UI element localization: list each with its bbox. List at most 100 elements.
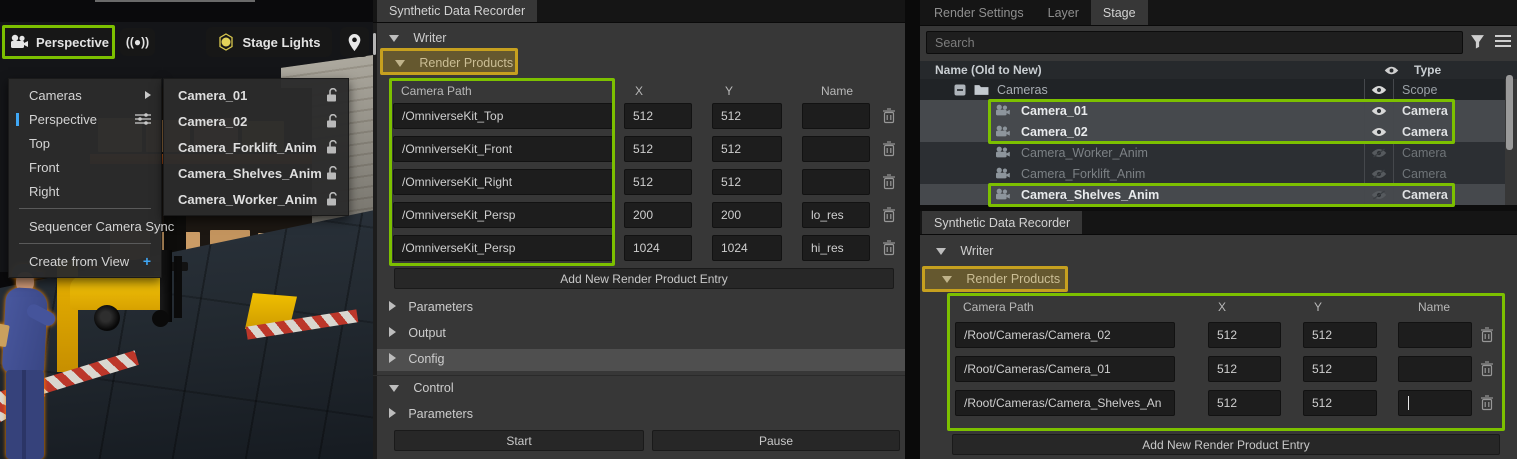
name-column-header[interactable]: Name (Old to New) — [920, 63, 1376, 77]
menu-item[interactable]: Cameras — [9, 83, 161, 107]
filter-button[interactable] — [1470, 34, 1485, 52]
worker-character-selected[interactable] — [0, 260, 64, 459]
delete-row-button[interactable] — [882, 240, 896, 256]
visibility-toggle[interactable] — [1364, 163, 1394, 184]
y-resolution-input[interactable]: 512 — [1303, 390, 1377, 416]
stage-tree-row[interactable]: Camera_Shelves_Anim Camera — [920, 184, 1505, 205]
y-resolution-input[interactable]: 512 — [712, 169, 782, 195]
name-input[interactable] — [1398, 322, 1472, 348]
stage-panel-tab[interactable]: Stage — [1090, 0, 1148, 25]
pause-button[interactable]: Pause — [652, 430, 900, 451]
delete-row-button[interactable] — [1480, 361, 1494, 377]
control-parameters-section-header[interactable]: Parameters — [389, 407, 473, 421]
camera-path-input[interactable]: /OmniverseKit_Right — [393, 169, 613, 195]
visibility-toggle[interactable] — [1364, 184, 1394, 205]
name-input[interactable] — [802, 103, 870, 129]
parameters-section-header[interactable]: Parameters — [389, 300, 473, 314]
panel-splitter[interactable] — [373, 0, 377, 459]
delete-row-button[interactable] — [882, 108, 896, 124]
camera-path-input[interactable]: /OmniverseKit_Persp — [393, 235, 613, 261]
camera-path-input[interactable]: /Root/Cameras/Camera_01 — [955, 356, 1175, 382]
x-resolution-input[interactable]: 512 — [624, 103, 692, 129]
stage-tree-row[interactable]: Cameras Scope — [920, 79, 1505, 100]
search-input[interactable] — [926, 31, 1463, 54]
tab-synthetic-data-recorder[interactable]: Synthetic Data Recorder — [377, 0, 538, 22]
camera-menu-item[interactable]: Camera_02 — [164, 108, 348, 134]
camera-menu-item[interactable]: Camera_01 — [164, 82, 348, 108]
camera-path-input[interactable]: /OmniverseKit_Persp — [393, 202, 613, 228]
y-resolution-input[interactable]: 512 — [1303, 322, 1377, 348]
delete-row-button[interactable] — [1480, 395, 1494, 411]
camera-menu-item[interactable]: Camera_Forklift_Anim — [164, 134, 348, 160]
live-sync-button[interactable]: ((●)) — [120, 28, 155, 56]
stage-panel-tab[interactable]: Layer — [1036, 0, 1091, 25]
prim-name-cell: Camera_Worker_Anim — [920, 142, 1364, 163]
menu-item[interactable]: Create from View + — [9, 249, 161, 273]
menu-item[interactable] — [19, 208, 151, 209]
stage-tree-row[interactable]: Camera_Forklift_Anim Camera — [920, 163, 1505, 184]
x-resolution-input[interactable]: 512 — [624, 136, 692, 162]
camera-menu-item[interactable]: Camera_Shelves_Anim — [164, 160, 348, 186]
camera-menu-item[interactable]: Camera_Worker_Anim — [164, 186, 348, 212]
render-products-section-header[interactable]: Render Products — [395, 56, 513, 70]
writer-section-header[interactable]: Writer — [936, 244, 993, 258]
viewport-3d[interactable]: Perspective ((●)) Stage Lights Cameras P… — [0, 0, 373, 459]
y-resolution-input[interactable]: 512 — [712, 103, 782, 129]
stage-tree-row[interactable]: Camera_Worker_Anim Camera — [920, 142, 1505, 163]
menu-item[interactable]: Right — [9, 179, 161, 203]
x-resolution-input[interactable]: 512 — [1208, 322, 1281, 348]
camera-path-input[interactable]: /OmniverseKit_Front — [393, 136, 613, 162]
stage-tree-row[interactable]: Camera_01 Camera — [920, 100, 1505, 121]
splitter-grip[interactable] — [373, 33, 376, 55]
y-resolution-input[interactable]: 512 — [712, 136, 782, 162]
camera-path-input[interactable]: /OmniverseKit_Top — [393, 103, 613, 129]
stage-panel-tab[interactable]: Render Settings — [922, 0, 1036, 25]
visibility-toggle[interactable] — [1364, 142, 1394, 163]
x-resolution-input[interactable]: 200 — [624, 202, 692, 228]
delete-row-button[interactable] — [1480, 327, 1494, 343]
visibility-toggle[interactable] — [1364, 121, 1394, 142]
visibility-toggle[interactable] — [1364, 100, 1394, 121]
y-resolution-input[interactable]: 512 — [1303, 356, 1377, 382]
delete-row-button[interactable] — [882, 174, 896, 190]
tab-synthetic-data-recorder-2[interactable]: Synthetic Data Recorder — [922, 211, 1083, 234]
name-input[interactable] — [802, 136, 870, 162]
y-resolution-input[interactable]: 1024 — [712, 235, 782, 261]
delete-row-button[interactable] — [882, 141, 896, 157]
type-column-header[interactable]: Type — [1406, 63, 1467, 77]
menu-item[interactable] — [19, 243, 151, 244]
y-resolution-input[interactable]: 200 — [712, 202, 782, 228]
menu-item[interactable]: Top — [9, 131, 161, 155]
delete-row-button[interactable] — [882, 207, 896, 223]
config-section-header[interactable]: Config — [389, 352, 444, 366]
menu-item[interactable]: Sequencer Camera Sync — [9, 214, 174, 238]
camera-path-input[interactable]: /Root/Cameras/Camera_02 — [955, 322, 1175, 348]
collapse-toggle-icon[interactable] — [954, 84, 966, 96]
name-input[interactable] — [802, 169, 870, 195]
name-input[interactable] — [1398, 390, 1472, 416]
menu-item[interactable]: Perspective — [9, 107, 161, 131]
output-section-header[interactable]: Output — [389, 326, 446, 340]
writer-section-header[interactable]: Writer — [389, 31, 446, 45]
stage-lights-button[interactable]: Stage Lights — [206, 27, 332, 57]
name-input[interactable]: hi_res — [802, 235, 870, 261]
x-resolution-input[interactable]: 512 — [1208, 390, 1281, 416]
camera-selector-button[interactable]: Perspective — [3, 26, 115, 58]
x-resolution-input[interactable]: 512 — [1208, 356, 1281, 382]
options-button[interactable] — [1495, 35, 1511, 51]
menu-item[interactable]: Front — [9, 155, 161, 179]
add-render-product-button[interactable]: Add New Render Product Entry — [394, 268, 894, 289]
camera-path-input[interactable]: /Root/Cameras/Camera_Shelves_An — [955, 390, 1175, 416]
visibility-toggle[interactable] — [1364, 79, 1394, 100]
render-products-section-header[interactable]: Render Products — [942, 272, 1060, 286]
add-render-product-button[interactable]: Add New Render Product Entry — [952, 434, 1500, 455]
control-section-header[interactable]: Control — [389, 381, 454, 395]
stage-tree-row[interactable]: Camera_02 Camera — [920, 121, 1505, 142]
stage-scrollbar[interactable] — [1506, 75, 1513, 150]
x-resolution-input[interactable]: 512 — [624, 169, 692, 195]
x-resolution-input[interactable]: 1024 — [624, 235, 692, 261]
name-input[interactable]: lo_res — [802, 202, 870, 228]
name-input[interactable] — [1398, 356, 1472, 382]
start-button[interactable]: Start — [394, 430, 644, 451]
waypoint-button[interactable] — [340, 27, 369, 57]
